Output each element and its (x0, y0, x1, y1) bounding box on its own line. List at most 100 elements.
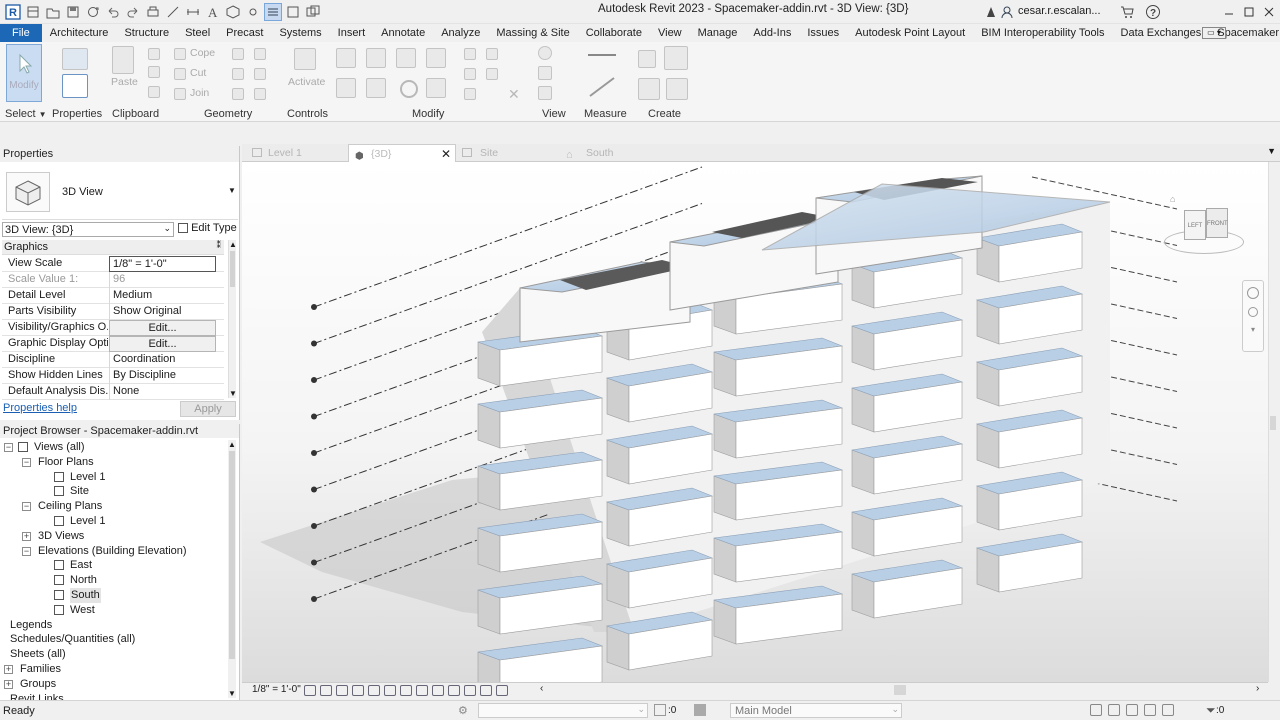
text-icon[interactable]: A (204, 3, 222, 21)
rendering-icon[interactable] (368, 685, 380, 696)
level-head-marker[interactable] (311, 413, 317, 420)
measure-qat-icon[interactable] (164, 3, 182, 21)
collapse-icon[interactable]: − (4, 443, 13, 452)
tree-node[interactable]: − Views (all) (0, 440, 226, 455)
ribbon-tab-annotate[interactable]: Annotate (373, 24, 433, 42)
level-head-marker[interactable] (311, 523, 317, 529)
design-option-dropdown[interactable]: Main Model ⌄ (730, 703, 902, 718)
balcony[interactable] (851, 559, 964, 619)
measure-icon[interactable] (588, 54, 616, 56)
ribbon-tab-add-ins[interactable]: Add-Ins (745, 24, 799, 42)
override-graphics-icon[interactable] (538, 66, 552, 80)
maximize-icon[interactable] (1240, 3, 1258, 21)
tree-node[interactable]: North (0, 573, 226, 588)
instance-selector[interactable]: 3D View: {3D} ⌄ (2, 222, 174, 237)
view-scale-control[interactable]: 1/8" = 1'-0" (252, 684, 301, 695)
apply-button[interactable]: Apply (180, 401, 236, 417)
help-icon[interactable]: ? (1144, 3, 1162, 21)
scroll-left-icon[interactable]: ‹ (540, 683, 543, 694)
geometry-tool-icon-5[interactable] (232, 88, 244, 100)
level-head-marker[interactable] (311, 486, 317, 493)
ribbon-tab-issues[interactable]: Issues (799, 24, 847, 42)
type-dropdown-arrow[interactable]: ▼ (228, 186, 236, 195)
level-head-marker[interactable] (311, 304, 317, 310)
filter-icon[interactable]: ⏷ (1206, 703, 1216, 718)
rotate-icon[interactable] (400, 80, 418, 98)
activate-icon[interactable] (294, 48, 316, 70)
tab-overflow-icon[interactable]: ▼ (1267, 146, 1276, 156)
property-value[interactable]: Show Original (109, 304, 216, 320)
copy-element-icon[interactable] (366, 78, 386, 98)
ribbon-tab-manage[interactable]: Manage (690, 24, 746, 42)
collapse-icon[interactable]: − (22, 546, 31, 556)
sync-icon[interactable] (84, 3, 102, 21)
home-view-icon[interactable]: ⌂ (1170, 194, 1175, 204)
view-tab-south[interactable]: ⌂ South (564, 144, 674, 162)
viewcube-front-face[interactable]: FRONT (1206, 208, 1228, 238)
expand-icon[interactable]: + (4, 679, 13, 689)
geometry-tool-icon-2[interactable] (254, 48, 266, 60)
expand-icon[interactable]: + (4, 665, 13, 674)
minimize-icon[interactable] (1220, 3, 1238, 21)
ribbon-options-icon[interactable]: ▭ ▾ (1202, 27, 1226, 39)
reveal-hidden-icon[interactable] (448, 685, 460, 696)
ribbon-tab-massing-site[interactable]: Massing & Site (488, 24, 577, 42)
tree-node[interactable]: + Families (0, 662, 226, 677)
visual-style-icon[interactable] (320, 685, 332, 696)
scroll-down-icon[interactable]: ▼ (228, 689, 236, 698)
analysis-display-icon[interactable] (464, 685, 476, 696)
select-dropdown[interactable]: Select ▼ (5, 108, 47, 120)
select-links-icon[interactable] (1090, 704, 1102, 716)
design-options-icon[interactable] (694, 704, 706, 716)
collapse-icon[interactable]: − (22, 457, 31, 467)
user-name[interactable]: cesar.r.escalan... (1018, 5, 1101, 17)
close-hidden-windows-icon[interactable] (284, 3, 302, 21)
view-tab-3d[interactable]: ⬢ {3D} ✕ (348, 144, 456, 162)
delete-icon[interactable]: ✕ (508, 86, 520, 103)
editable-only-icon[interactable] (654, 704, 666, 716)
property-value[interactable]: 1/8" = 1'-0" (109, 256, 216, 272)
redo-icon[interactable] (124, 3, 142, 21)
modify-button[interactable]: Modify (6, 44, 42, 102)
dimension-icon[interactable] (588, 76, 618, 98)
view-tab-site[interactable]: Site (458, 144, 562, 162)
tree-node[interactable]: Level 1 (0, 514, 226, 529)
visibility-icon[interactable] (538, 46, 552, 60)
tree-node[interactable]: − Floor Plans (0, 455, 226, 470)
sun-path-icon[interactable] (336, 685, 348, 696)
property-value[interactable]: By Discipline (109, 368, 216, 384)
array-icon[interactable] (464, 68, 476, 80)
zoom-icon[interactable] (1248, 307, 1258, 317)
unlock-3d-icon[interactable] (416, 685, 428, 696)
ribbon-tab-precast[interactable]: Precast (218, 24, 271, 42)
tree-node[interactable]: East (0, 558, 226, 573)
section-icon[interactable] (244, 3, 262, 21)
drawing-area[interactable]: LEFT FRONT ⌂ ▾ (242, 162, 1268, 682)
geometry-tool-icon-4[interactable] (254, 68, 266, 80)
ribbon-tab-architecture[interactable]: Architecture (42, 24, 117, 42)
tree-node[interactable]: − Ceiling Plans (0, 499, 226, 514)
save-icon[interactable] (64, 3, 82, 21)
highlight-displacement-icon[interactable] (480, 685, 492, 696)
browser-scrollbar[interactable]: ▲ ▼ (228, 440, 236, 698)
level-head-marker[interactable] (311, 377, 317, 383)
cut-icon[interactable] (148, 66, 160, 78)
copy-icon[interactable] (148, 48, 160, 60)
select-underlay-icon[interactable] (1108, 704, 1120, 716)
scroll-right-icon[interactable]: › (1256, 683, 1259, 694)
scroll-thumb[interactable] (1270, 416, 1276, 430)
level-head-marker[interactable] (311, 340, 317, 347)
steering-wheel-icon[interactable] (1247, 287, 1259, 299)
cart-icon[interactable] (1118, 3, 1136, 21)
drag-elements-icon[interactable] (1162, 704, 1174, 716)
close-tab-icon[interactable]: ✕ (441, 145, 451, 163)
crop-region-icon[interactable] (400, 685, 412, 696)
ribbon-tab-autodesk-point-layout[interactable]: Autodesk Point Layout (847, 24, 973, 42)
geometry-tool-icon-1[interactable] (232, 48, 244, 60)
geometry-tool-icon-3[interactable] (232, 68, 244, 80)
hide-element-icon[interactable] (538, 86, 552, 100)
open-icon[interactable] (44, 3, 62, 21)
nav-menu-icon[interactable]: ▾ (1243, 325, 1263, 334)
view-tab-level-1[interactable]: Level 1 (246, 144, 346, 162)
tree-node[interactable]: Sheets (all) (0, 647, 226, 662)
